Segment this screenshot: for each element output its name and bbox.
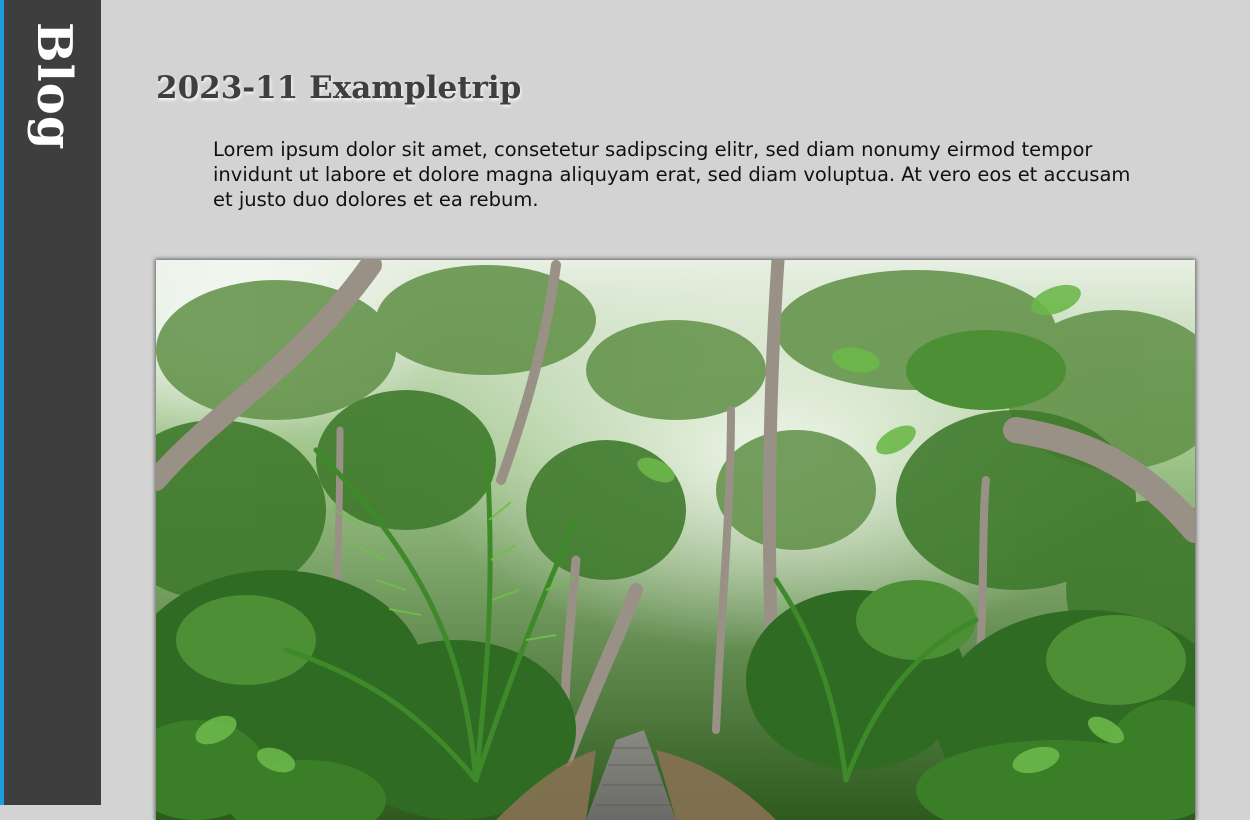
blog-home-link[interactable]: Blog: [26, 22, 82, 150]
post-body-text: Lorem ipsum dolor sit amet, consetetur s…: [213, 138, 1131, 211]
sidebar: Blog: [0, 0, 101, 805]
jungle-path-photo[interactable]: [156, 260, 1195, 820]
main-content: 2023-11 Exampletrip Lorem ipsum dolor si…: [101, 0, 1250, 820]
post-title: 2023-11 Exampletrip: [156, 70, 522, 106]
